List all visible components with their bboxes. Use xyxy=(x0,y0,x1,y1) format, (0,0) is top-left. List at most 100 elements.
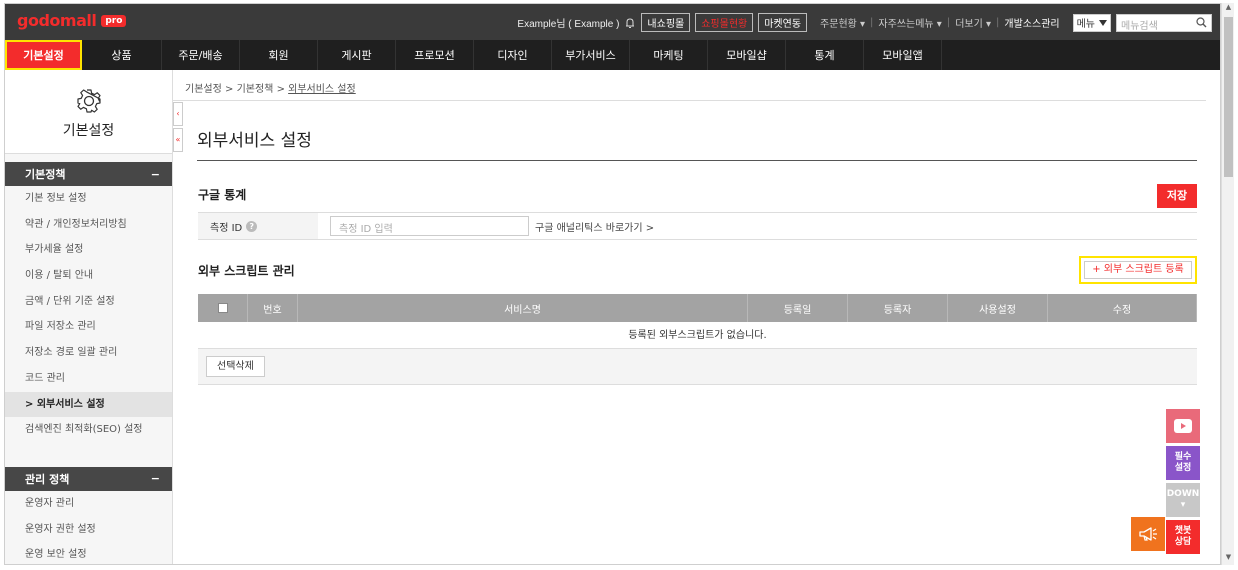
nav-item-mobile-app[interactable]: 모바일앱 xyxy=(864,40,942,70)
dev-source-link[interactable]: 개발소스관리 xyxy=(1004,15,1059,30)
help-icon[interactable]: ? xyxy=(246,220,258,232)
divider xyxy=(197,160,1197,161)
collapse-icon[interactable]: − xyxy=(151,472,160,485)
sidebar-list-admin-policy: 운영자 관리 운영자 권한 설정 운영 보안 설정 xyxy=(5,491,172,564)
divider: | xyxy=(996,17,1000,28)
bell-icon[interactable] xyxy=(624,17,636,29)
my-shop-button[interactable]: 내쇼핑몰 xyxy=(641,13,691,32)
nav-item-marketing[interactable]: 마케팅 xyxy=(630,40,708,70)
market-link-button[interactable]: 마켓연동 xyxy=(758,13,808,32)
gear-icon xyxy=(76,89,101,113)
notice-button[interactable] xyxy=(1131,517,1165,551)
collapse-up-icon[interactable]: « xyxy=(173,128,183,152)
breadcrumb-item[interactable]: 기본정책 xyxy=(237,84,274,95)
sidebar-item[interactable]: 약관 / 개인정보처리방침 xyxy=(5,212,172,238)
sidebar-section-admin-policy[interactable]: 관리 정책 − xyxy=(5,466,172,491)
delete-selected-button[interactable]: 선택삭제 xyxy=(206,356,265,377)
sidebar-item[interactable]: 부가세율 설정 xyxy=(5,237,172,263)
chat-line2: 상담 xyxy=(1174,537,1192,547)
select-all-cell xyxy=(198,294,248,322)
select-all-checkbox[interactable] xyxy=(217,303,228,313)
logo[interactable]: godomall pro xyxy=(17,11,127,30)
measure-id-label-cell: 측정 ID ? xyxy=(198,213,318,239)
shop-status-button[interactable]: 쇼핑몰현황 xyxy=(695,13,754,32)
sidebar-header: 기본설정 xyxy=(5,70,172,154)
divider: | xyxy=(870,17,874,28)
top-bar: godomall pro Example님 ( Example ) 내쇼핑몰 쇼… xyxy=(5,4,1220,40)
table-header: 번호 서비스명 등록일 등록자 사용설정 수정 xyxy=(198,294,1197,322)
divider xyxy=(173,100,1206,101)
nav-item-board[interactable]: 게시판 xyxy=(318,40,396,70)
youtube-button[interactable] xyxy=(1166,409,1200,443)
scroll-up-arrow-icon[interactable]: ▲ xyxy=(1222,3,1235,15)
section-label: 관리 정책 xyxy=(25,472,70,486)
collapse-icon[interactable]: − xyxy=(151,168,160,181)
order-status-link[interactable]: 주문현황 ▾ xyxy=(820,15,865,30)
breadcrumb: 기본설정 > 기본정책 > 외부서비스 설정 xyxy=(185,80,356,95)
add-script-label: + 외부 스크립트 등록 xyxy=(1084,261,1192,279)
page-title: 외부서비스 설정 xyxy=(197,131,312,151)
breadcrumb-separator: > xyxy=(225,84,237,95)
script-section-title: 외부 스크립트 관리 xyxy=(198,264,295,278)
column-header: 사용설정 xyxy=(948,294,1048,322)
sidebar-item[interactable]: 운영자 권한 설정 xyxy=(5,517,172,543)
sidebar-item[interactable]: 저장소 경로 일괄 관리 xyxy=(5,340,172,366)
column-header: 등록자 xyxy=(848,294,948,322)
required-settings-line2: 설정 xyxy=(1174,463,1192,473)
nav-item-products[interactable]: 상품 xyxy=(82,40,162,70)
chat-line1: 챗봇 xyxy=(1174,526,1192,536)
ga-shortcut-link[interactable]: 구글 애널리틱스 바로가기 > xyxy=(535,219,654,234)
sidebar-item[interactable]: 이용 / 탈퇴 안내 xyxy=(5,263,172,289)
nav-item-orders[interactable]: 주문/배송 xyxy=(162,40,240,70)
sidebar-toggle: ‹ « xyxy=(173,102,183,154)
sidebar-item[interactable]: 운영 보안 설정 xyxy=(5,542,172,564)
measure-id-row: 측정 ID ? 측정 ID 입력 구글 애널리틱스 바로가기 > xyxy=(198,212,1197,240)
sidebar-item[interactable]: 운영자 관리 xyxy=(5,491,172,517)
main-nav: 기본설정 상품 주문/배송 회원 게시판 프로모션 디자인 부가서비스 마케팅 … xyxy=(5,40,1220,70)
scrollbar-thumb[interactable] xyxy=(1224,17,1233,177)
sidebar-item[interactable]: 금액 / 단위 기준 설정 xyxy=(5,289,172,315)
save-button[interactable]: 저장 xyxy=(1157,184,1197,208)
breadcrumb-item[interactable]: 기본설정 xyxy=(185,84,222,95)
nav-item-members[interactable]: 회원 xyxy=(240,40,318,70)
sidebar-list-basic-policy: 기본 정보 설정 약관 / 개인정보처리방침 부가세율 설정 이용 / 탈퇴 안… xyxy=(5,186,172,443)
youtube-icon xyxy=(1174,419,1192,433)
sidebar-item[interactable]: 검색엔진 최적화(SEO) 설정 xyxy=(5,417,172,443)
nav-item-stats[interactable]: 통계 xyxy=(786,40,864,70)
add-script-button[interactable]: + 외부 스크립트 등록 xyxy=(1079,256,1197,284)
more-link[interactable]: 더보기 ▾ xyxy=(955,15,991,30)
sidebar-item[interactable]: 파일 저장소 관리 xyxy=(5,314,172,340)
nav-item-addon[interactable]: 부가서비스 xyxy=(552,40,630,70)
sidebar: 기본설정 기본정책 − 기본 정보 설정 약관 / 개인정보처리방침 부가세율 … xyxy=(5,70,173,564)
scroll-down-arrow-icon[interactable]: ▼ xyxy=(1222,553,1235,565)
nav-item-design[interactable]: 디자인 xyxy=(474,40,552,70)
breadcrumb-item-current[interactable]: 외부서비스 설정 xyxy=(288,84,356,95)
search-icon[interactable] xyxy=(1196,16,1207,28)
required-settings-button[interactable]: 필수 설정 xyxy=(1166,446,1200,480)
sidebar-item[interactable]: 기본 정보 설정 xyxy=(5,186,172,212)
menu-select[interactable]: 메뉴 xyxy=(1072,13,1111,32)
measure-id-label: 측정 ID xyxy=(210,222,243,234)
sidebar-section-basic-policy[interactable]: 기본정책 − xyxy=(5,162,172,186)
nav-item-mobile-shop[interactable]: 모바일샵 xyxy=(708,40,786,70)
frequent-menu-link[interactable]: 자주쓰는메뉴 ▾ xyxy=(878,15,941,30)
scroll-down-button[interactable]: DOWN ▾ xyxy=(1166,483,1200,517)
page-scrollbar[interactable]: ▲ ▼ xyxy=(1221,3,1234,565)
chatbot-button[interactable]: 챗봇 상담 xyxy=(1166,520,1200,554)
logo-text: godomall xyxy=(17,11,97,30)
collapse-left-icon[interactable]: ‹ xyxy=(173,102,183,126)
nav-item-basic-settings[interactable]: 기본설정 xyxy=(5,40,82,70)
menu-select-value: 메뉴 xyxy=(1076,19,1095,30)
ga-section-title: 구글 통계 xyxy=(198,188,247,202)
sidebar-title: 기본설정 xyxy=(62,123,115,139)
menu-search-input[interactable]: 메뉴검색 xyxy=(1116,13,1212,32)
measure-id-input[interactable]: 측정 ID 입력 xyxy=(330,216,529,236)
sidebar-item[interactable]: 코드 관리 xyxy=(5,366,172,392)
breadcrumb-separator: > xyxy=(276,84,289,95)
script-table: 번호 서비스명 등록일 등록자 사용설정 수정 등록된 외부스크립트가 없습니다… xyxy=(198,294,1197,385)
sidebar-item-external-service[interactable]: > 외부서비스 설정 xyxy=(5,391,172,418)
required-settings-line1: 필수 xyxy=(1174,452,1192,462)
measure-id-value-cell: 측정 ID 입력 구글 애널리틱스 바로가기 > xyxy=(318,213,654,239)
megaphone-icon xyxy=(1139,527,1157,541)
nav-item-promotion[interactable]: 프로모션 xyxy=(396,40,474,70)
